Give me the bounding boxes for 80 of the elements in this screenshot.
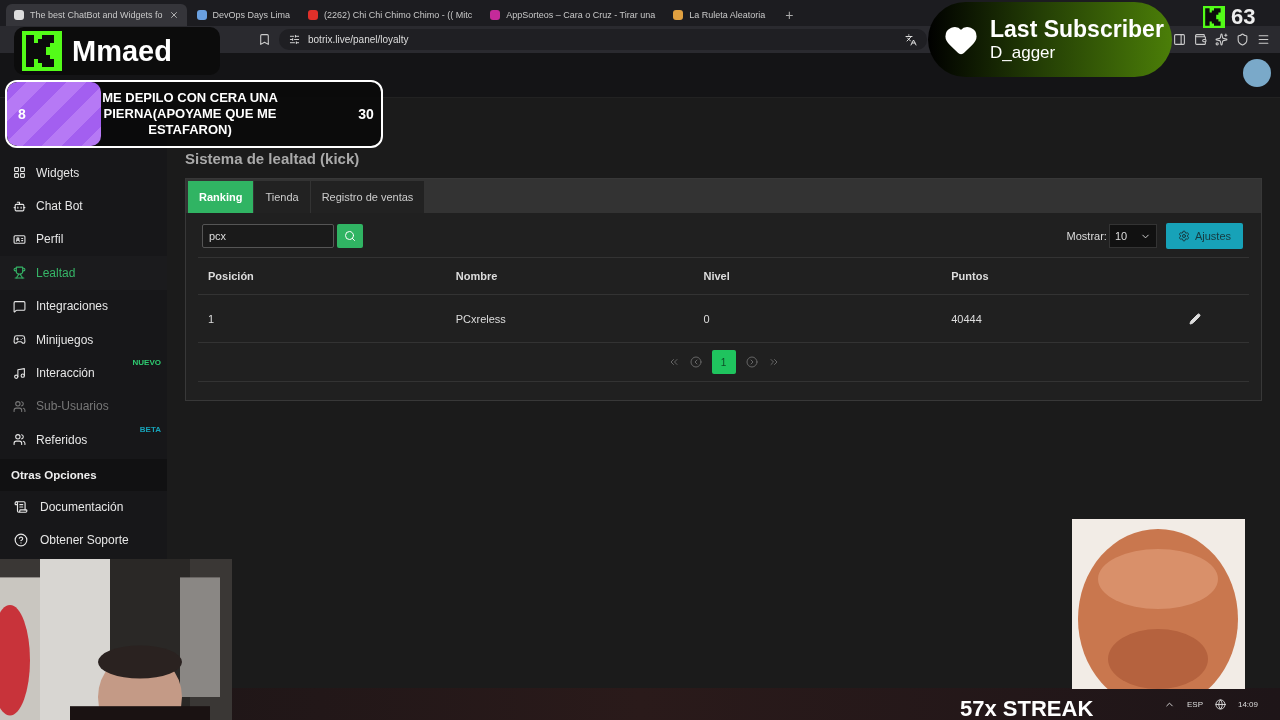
wallet-icon[interactable]: [1194, 33, 1207, 46]
logo-icon: [1203, 6, 1225, 28]
tab[interactable]: Registro de ventas: [310, 181, 425, 213]
page-button[interactable]: 1: [711, 350, 736, 374]
site-settings-icon[interactable]: [289, 34, 300, 45]
show-label: Mostrar:: [1066, 230, 1107, 242]
bookmark-icon[interactable]: [258, 33, 271, 46]
goal-title: ME DEPILO CON CERA UNA PIERNA(APOYAME QUE ME ESTAFARON): [101, 90, 279, 138]
page-size-select[interactable]: 10: [1108, 224, 1157, 248]
subscriber-title: Last Subscriber: [990, 16, 1164, 43]
new-tab-button[interactable]: +: [775, 7, 804, 26]
next-page-icon[interactable]: [745, 356, 758, 368]
favicon-icon: [673, 10, 684, 20]
edit-icon[interactable]: [1189, 312, 1201, 325]
tab[interactable]: Tienda: [254, 181, 310, 213]
table-cell-text: 40444: [950, 312, 983, 325]
sidebar-item[interactable]: Integraciones: [0, 289, 167, 323]
sidebar-item[interactable]: Documentación: [0, 490, 167, 524]
subscriber-name: D_agger: [990, 43, 1057, 63]
scroll-icon: [14, 500, 28, 514]
badge-label: BETA: [139, 425, 161, 435]
clock[interactable]: 14:09: [1237, 699, 1258, 709]
browser-tab[interactable]: La Ruleta Aleatoria: [665, 4, 774, 26]
sidebar-item[interactable]: Referidos BETA: [0, 423, 167, 457]
streamer-name: Mmaed: [72, 34, 172, 68]
music-note-icon: [13, 366, 26, 380]
id-card-icon: [13, 232, 26, 246]
people-icon: [13, 433, 26, 447]
last-page-icon[interactable]: [767, 356, 780, 368]
browser-tab[interactable]: AppSorteos – Cara o Cruz - Tirar una: [482, 4, 664, 26]
sidebar-icon[interactable]: [1173, 33, 1186, 46]
favicon-icon: [14, 10, 24, 20]
robot-icon: [13, 199, 26, 213]
trophy-icon: [13, 266, 26, 280]
globe-icon[interactable]: [1214, 698, 1226, 710]
menu-icon[interactable]: [1257, 33, 1270, 46]
language-indicator[interactable]: ESP: [1186, 699, 1203, 709]
sidebar-item[interactable]: Chat Bot: [0, 189, 167, 223]
close-icon[interactable]: [168, 10, 179, 20]
previous-page-icon[interactable]: [689, 356, 702, 368]
browser-tab[interactable]: The best ChatBot and Widgets fo: [6, 4, 187, 26]
viewer-count: 63: [1231, 4, 1256, 30]
table-cell-text: 1: [207, 312, 216, 325]
sidebar-item[interactable]: Lealtad: [0, 256, 167, 290]
favicon-icon: [308, 10, 319, 20]
goal-target: 30: [357, 106, 375, 122]
address-field[interactable]: botrix.live/panel/loyalty: [279, 29, 927, 50]
sidebar-item[interactable]: Perfil: [0, 222, 167, 257]
browser-tab[interactable]: DevOps Days Lima: [188, 4, 299, 26]
search-icon: [344, 230, 356, 242]
column-header: Puntos: [950, 270, 990, 282]
gear-icon: [1177, 230, 1190, 242]
page-title: Sistema de lealtad (kick): [185, 150, 361, 169]
question-icon: [14, 533, 28, 547]
people-icon: [13, 399, 26, 413]
sidebar-item[interactable]: Minijuegos: [0, 322, 167, 357]
search-field[interactable]: pcx: [202, 224, 334, 248]
grid-icon: [13, 166, 26, 180]
chat-icon: [13, 299, 26, 313]
column-header: Posición: [207, 270, 255, 282]
column-header: Nivel: [702, 270, 731, 282]
favicon-icon: [196, 10, 207, 20]
table-cell-text: PCxreless: [454, 312, 507, 325]
section-title: Otras Opciones: [0, 458, 167, 491]
streak-counter: 57x STREAK: [960, 696, 1094, 720]
sidebar-item[interactable]: Widgets: [0, 156, 167, 190]
logo-icon: [22, 31, 62, 71]
table-cell-text: 0: [702, 312, 711, 325]
translate-icon[interactable]: [905, 33, 917, 46]
badge-label: NUEVO: [132, 358, 161, 368]
sidebar-item[interactable]: Interacción NUEVO: [0, 356, 167, 390]
goal-current: 8: [17, 106, 27, 122]
sidebar-item[interactable]: Obtener Soporte: [0, 523, 167, 557]
gamepad-icon: [13, 333, 26, 347]
browser-tab[interactable]: (2262) Chi Chi Chimo Chimo - (( Mitc: [300, 4, 481, 26]
favicon-icon: [490, 10, 501, 20]
shield-icon[interactable]: [1236, 33, 1249, 46]
settings-button[interactable]: Ajustes: [1165, 223, 1243, 249]
column-header: Nombre: [454, 270, 499, 282]
sparkle-icon[interactable]: [1215, 33, 1228, 46]
